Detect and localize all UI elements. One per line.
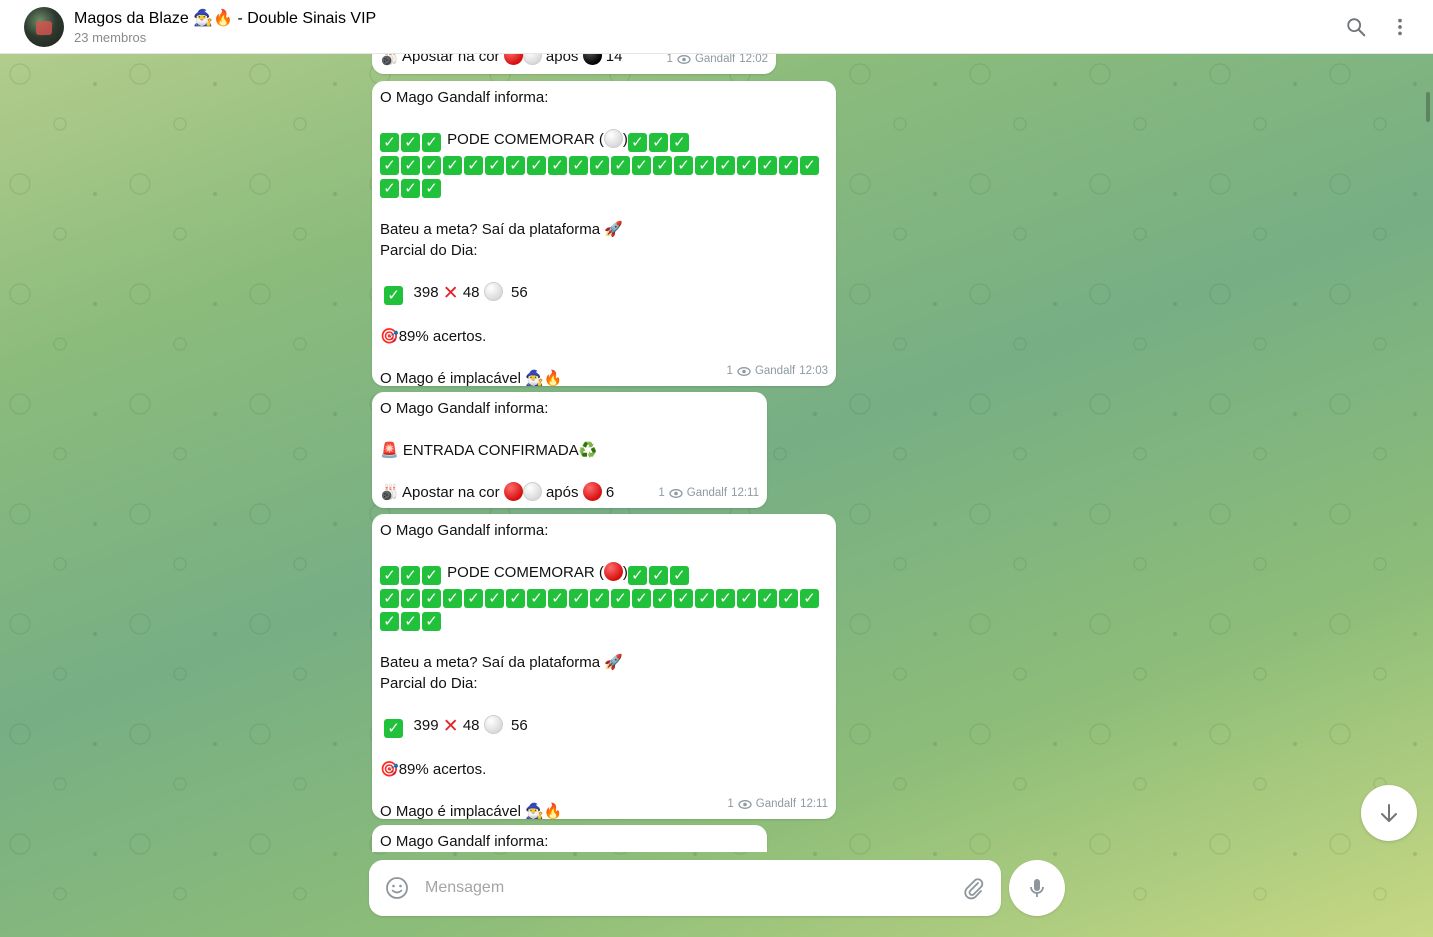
- siren-icon: 🚨: [380, 442, 399, 459]
- message-bubble[interactable]: 🎳 Apostar na cor após 14 1 Gandalf 12:02: [372, 54, 776, 74]
- cross-icon: ✕: [442, 716, 459, 737]
- message-time: 12:03: [799, 365, 828, 377]
- check-icon: ✓: [384, 719, 404, 738]
- partial-label: Parcial do Dia:: [380, 675, 478, 692]
- white-circle-icon: [522, 54, 542, 65]
- check-icon: ✓: [384, 286, 404, 305]
- message-meta: 1 Gandalf 12:02: [667, 54, 768, 70]
- red-circle-icon: [503, 54, 523, 65]
- smile-icon[interactable]: [384, 875, 410, 901]
- message-time: 12:02: [739, 54, 768, 65]
- chat-title[interactable]: Magos da Blaze 🧙‍♂️🔥 - Double Sinais VIP: [74, 8, 376, 28]
- view-count: 1: [726, 365, 733, 377]
- message-author: Gandalf: [686, 487, 728, 499]
- eye-icon: [737, 367, 751, 376]
- message-intro: O Mago Gandalf informa:: [380, 522, 549, 539]
- bet-text: Apostar na cor: [402, 484, 500, 501]
- score-line: ✓ 399 ✕ 48 56: [380, 715, 828, 738]
- microphone-icon: [1030, 879, 1044, 897]
- losses-count: 48: [462, 717, 480, 734]
- check-row: ✓ ✓ ✓: [380, 608, 828, 631]
- paperclip-icon[interactable]: [960, 875, 986, 901]
- message-intro: O Mago Gandalf informa:: [380, 400, 549, 417]
- celebrate-line: ✓ ✓ ✓ PODE COMEMORAR () ✓ ✓ ✓: [380, 562, 828, 585]
- celebrate-text: PODE COMEMORAR (: [447, 564, 604, 581]
- message-meta: 1 Gandalf 12:11: [658, 483, 759, 504]
- view-count: 1: [727, 798, 734, 810]
- white-circle-icon: [483, 282, 503, 301]
- view-count: 1: [658, 487, 665, 499]
- message-bubble[interactable]: O Mago Gandalf informa:: [372, 825, 767, 852]
- celebrate-line: ✓ ✓ ✓ PODE COMEMORAR () ✓ ✓ ✓: [380, 129, 828, 152]
- celebrate-text: PODE COMEMORAR (: [447, 131, 604, 148]
- check-row: ✓ ✓ ✓ ✓ ✓ ✓ ✓ ✓ ✓ ✓ ✓ ✓ ✓ ✓ ✓ ✓ ✓ ✓ ✓ ✓ ✓: [380, 585, 828, 608]
- message-author: Gandalf: [754, 365, 796, 377]
- message-bubble[interactable]: O Mago Gandalf informa: ✓ ✓ ✓ PODE COMEMOR…: [372, 81, 836, 387]
- whites-count: 56: [511, 284, 528, 301]
- wins-count: 399: [413, 717, 439, 734]
- message-list[interactable]: 🎳 Apostar na cor após 14 1 Gandalf 12:02…: [368, 54, 848, 852]
- target-icon: 🎯: [380, 761, 399, 778]
- goal-text: Bateu a meta? Saí da plataforma 🚀: [380, 654, 623, 671]
- more-vertical-icon[interactable]: [1387, 14, 1413, 40]
- message-time: 12:11: [731, 487, 759, 499]
- wins-count: 398: [413, 284, 439, 301]
- black-circle-icon: [582, 54, 602, 65]
- arrow-down-icon: [1381, 804, 1397, 822]
- message-intro: O Mago Gandalf informa:: [380, 89, 549, 106]
- accuracy-line: 🎯89% acertos.: [380, 759, 828, 780]
- message-author: Gandalf: [694, 54, 736, 65]
- message-bubble[interactable]: O Mago Gandalf informa: 🚨 ENTRADA CONFIR…: [372, 392, 767, 508]
- message-bubble[interactable]: O Mago Gandalf informa: ✓ ✓ ✓ PODE COMEMOR…: [372, 514, 836, 820]
- chat-header: Magos da Blaze 🧙‍♂️🔥 - Double Sinais VIP…: [0, 0, 1433, 54]
- red-circle-icon: [603, 562, 623, 581]
- after-text: após: [545, 484, 579, 501]
- cross-icon: ✕: [442, 283, 459, 304]
- bowling-icon: 🎳: [380, 484, 399, 501]
- goal-text: Bateu a meta? Saí da plataforma 🚀: [380, 221, 623, 238]
- accuracy-line: 🎯89% acertos.: [380, 326, 828, 347]
- check-row: ✓ ✓ ✓: [380, 175, 828, 198]
- message-composer: [369, 860, 1001, 916]
- message-meta: 1 Gandalf 12:11: [727, 794, 828, 815]
- message-time: 12:11: [800, 798, 828, 810]
- member-count: 23 membros: [74, 30, 147, 45]
- avatar[interactable]: [24, 7, 64, 47]
- accuracy-text: 89% acertos.: [398, 328, 487, 345]
- partial-label: Parcial do Dia:: [380, 242, 478, 259]
- check-row: ✓ ✓ ✓ ✓ ✓ ✓ ✓ ✓ ✓ ✓ ✓ ✓ ✓ ✓ ✓ ✓ ✓ ✓ ✓ ✓ ✓: [380, 152, 828, 175]
- entry-text: ENTRADA CONFIRMADA♻️: [402, 442, 598, 459]
- red-circle-icon: [503, 482, 523, 501]
- message-intro: O Mago Gandalf informa:: [380, 833, 549, 850]
- target-icon: 🎯: [380, 328, 399, 345]
- losses-count: 48: [462, 284, 480, 301]
- white-circle-icon: [522, 482, 542, 501]
- roll-number: 6: [605, 484, 615, 501]
- entry-line: 🚨 ENTRADA CONFIRMADA♻️: [380, 440, 759, 461]
- white-circle-icon: [603, 129, 623, 148]
- after-text: após: [545, 54, 579, 65]
- search-icon[interactable]: [1343, 14, 1369, 40]
- roll-number: 14: [605, 54, 623, 65]
- accuracy-text: 89% acertos.: [398, 761, 487, 778]
- score-line: ✓ 398 ✕ 48 56: [380, 282, 828, 305]
- message-author: Gandalf: [755, 798, 797, 810]
- white-circle-icon: [483, 715, 503, 734]
- bowling-icon: 🎳: [380, 54, 399, 66]
- red-circle-icon: [582, 482, 602, 501]
- message-meta: 1 Gandalf 12:03: [727, 361, 828, 382]
- bet-text: Apostar na cor: [402, 54, 500, 65]
- whites-count: 56: [511, 717, 528, 734]
- eye-icon: [669, 489, 683, 498]
- view-count: 1: [666, 54, 673, 65]
- scroll-down-button[interactable]: [1361, 785, 1417, 841]
- eye-icon: [677, 55, 691, 64]
- scrollbar[interactable]: [1426, 92, 1430, 122]
- message-input[interactable]: [425, 876, 945, 900]
- microphone-button[interactable]: [1009, 860, 1065, 916]
- eye-icon: [738, 800, 752, 809]
